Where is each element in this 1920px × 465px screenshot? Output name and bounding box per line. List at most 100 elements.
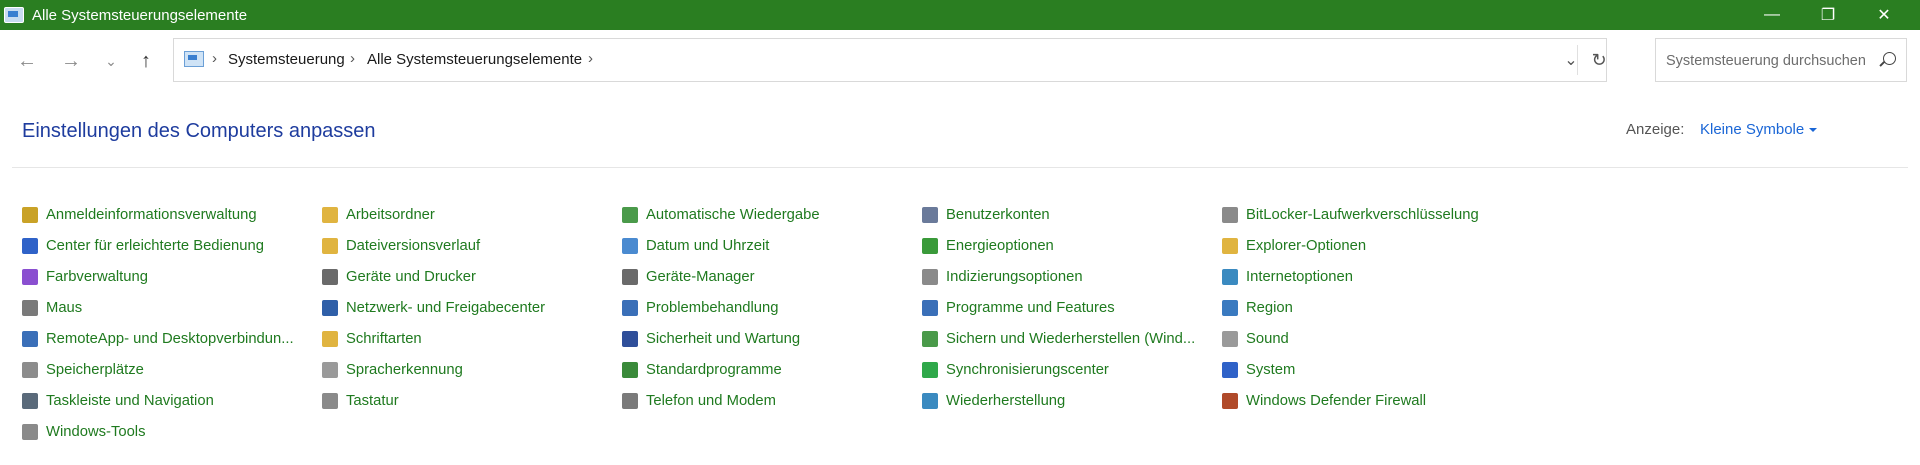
control-panel-item-label: Geräte-Manager [646, 269, 755, 285]
address-divider [1577, 45, 1578, 75]
control-panel-icon [4, 7, 24, 23]
sync-center-icon [922, 362, 938, 378]
control-panel-item[interactable]: Spracherkennung [322, 358, 463, 382]
control-panel-item-label: Sichern und Wiederherstellen (Wind... [946, 331, 1196, 347]
up-arrow-icon[interactable]: ↑ [131, 46, 161, 76]
back-arrow-icon[interactable]: ← [12, 46, 42, 76]
header-divider [12, 167, 1908, 168]
control-panel-icon [184, 51, 204, 67]
control-panel-item[interactable]: Sicherheit und Wartung [622, 327, 800, 351]
search-input[interactable] [1664, 39, 1868, 83]
control-panel-item-label: Center für erleichterte Bedienung [46, 238, 264, 254]
control-panel-item[interactable]: Benutzerkonten [922, 203, 1050, 227]
control-panel-item-label: Schriftarten [346, 331, 422, 347]
keyboard-icon [322, 393, 338, 409]
control-panel-item[interactable]: Speicherplätze [22, 358, 144, 382]
control-panel-item-label: Dateiversionsverlauf [346, 238, 481, 254]
title-bar: Alle Systemsteuerungselemente — ❐ ✕ [0, 0, 1920, 30]
internet-options-icon [1222, 269, 1238, 285]
color-management-icon [22, 269, 38, 285]
breadcrumb-separator-icon[interactable]: › [350, 50, 355, 67]
control-panel-item[interactable]: Sound [1222, 327, 1289, 351]
control-panel-item-label: Energieoptionen [946, 238, 1054, 254]
file-history-icon [322, 238, 338, 254]
control-panel-item[interactable]: Explorer-Optionen [1222, 234, 1366, 258]
minimize-button[interactable]: — [1744, 0, 1800, 30]
breadcrumb-systemsteuerung[interactable]: Systemsteuerung [228, 51, 345, 68]
control-panel-item[interactable]: Schriftarten [322, 327, 422, 351]
control-panel-item[interactable]: Maus [22, 296, 82, 320]
control-panel-item[interactable]: Geräte-Manager [622, 265, 755, 289]
control-panel-item[interactable]: Arbeitsordner [322, 203, 435, 227]
control-panel-item[interactable]: Datum und Uhrzeit [622, 234, 769, 258]
control-panel-item[interactable]: Indizierungsoptionen [922, 265, 1083, 289]
breadcrumb-all-items[interactable]: Alle Systemsteuerungselemente [367, 51, 582, 68]
control-panel-item-label: Arbeitsordner [346, 207, 435, 223]
control-panel-item-label: Windows Defender Firewall [1246, 393, 1427, 409]
control-panel-item[interactable]: Windows-Tools [22, 420, 146, 444]
control-panel-item[interactable]: Problembehandlung [622, 296, 778, 320]
control-panel-item-label: Farbverwaltung [46, 269, 148, 285]
recent-locations-chevron-icon[interactable]: ⌄ [96, 46, 126, 76]
taskbar-icon [22, 393, 38, 409]
windows-tools-icon [22, 424, 38, 440]
control-panel-item[interactable]: Center für erleichterte Bedienung [22, 234, 264, 258]
control-panel-item-label: Datum und Uhrzeit [646, 238, 770, 254]
programs-features-icon [922, 300, 938, 316]
breadcrumb-separator-icon[interactable]: › [588, 50, 593, 67]
control-panel-item[interactable]: Energieoptionen [922, 234, 1054, 258]
control-panel-item[interactable]: System [1222, 358, 1295, 382]
storage-spaces-icon [22, 362, 38, 378]
control-panel-item[interactable]: Automatische Wiedergabe [622, 203, 820, 227]
control-panel-item[interactable]: Synchronisierungscenter [922, 358, 1109, 382]
devices-printers-icon [322, 269, 338, 285]
mouse-icon [22, 300, 38, 316]
date-time-icon [622, 238, 638, 254]
backup-restore-icon [922, 331, 938, 347]
restore-button[interactable]: ❐ [1800, 0, 1856, 30]
address-dropdown-chevron-icon[interactable]: ⌄ [1556, 47, 1586, 73]
bitlocker-icon [1222, 207, 1238, 223]
control-panel-item-label: Anmeldeinformationsverwaltung [46, 207, 257, 223]
control-panel-item-label: Programme und Features [946, 300, 1115, 316]
control-panel-item-label: Wiederherstellung [946, 393, 1066, 409]
control-panel-item[interactable]: Anmeldeinformationsverwaltung [22, 203, 257, 227]
control-panel-item[interactable]: Programme und Features [922, 296, 1115, 320]
control-panel-item[interactable]: Internetoptionen [1222, 265, 1353, 289]
search-icon[interactable] [1883, 52, 1896, 65]
forward-arrow-icon[interactable]: → [56, 46, 86, 76]
control-panel-item[interactable]: Windows Defender Firewall [1222, 389, 1426, 413]
control-panel-item[interactable]: Sichern und Wiederherstellen (Wind... [922, 327, 1195, 351]
control-panel-item-label: Geräte und Drucker [346, 269, 476, 285]
control-panel-item[interactable]: Geräte und Drucker [322, 265, 476, 289]
control-panel-item[interactable]: Netzwerk- und Freigabecenter [322, 296, 545, 320]
region-icon [1222, 300, 1238, 316]
page-title: Einstellungen des Computers anpassen [22, 120, 376, 142]
control-panel-item-label: Standardprogramme [646, 362, 782, 378]
address-bar[interactable]: › Systemsteuerung › Alle Systemsteuerung… [173, 38, 1607, 82]
view-mode-dropdown[interactable]: Kleine Symbole [1700, 121, 1817, 138]
control-panel-item[interactable]: BitLocker-Laufwerkverschlüsselung [1222, 203, 1479, 227]
breadcrumb-separator-icon[interactable]: › [212, 50, 217, 67]
control-panel-item[interactable]: Farbverwaltung [22, 265, 148, 289]
control-panel-item[interactable]: Taskleiste und Navigation [22, 389, 214, 413]
refresh-icon[interactable]: ↻ [1584, 47, 1614, 73]
control-panel-item[interactable]: Dateiversionsverlauf [322, 234, 480, 258]
remoteapp-icon [22, 331, 38, 347]
control-panel-item-label: Windows-Tools [46, 424, 146, 440]
close-button[interactable]: ✕ [1856, 0, 1912, 30]
control-panel-item-label: System [1246, 362, 1296, 378]
control-panel-item[interactable]: RemoteApp- und Desktopverbindun... [22, 327, 294, 351]
system-icon [1222, 362, 1238, 378]
autoplay-icon [622, 207, 638, 223]
control-panel-item[interactable]: Standardprogramme [622, 358, 782, 382]
search-box[interactable] [1655, 38, 1907, 83]
control-panel-item[interactable]: Tastatur [322, 389, 399, 413]
default-programs-icon [622, 362, 638, 378]
control-panel-item[interactable]: Wiederherstellung [922, 389, 1065, 413]
network-center-icon [322, 300, 338, 316]
control-panel-item[interactable]: Region [1222, 296, 1293, 320]
navigation-bar: ← → ⌄ ↑ › Systemsteuerung › Alle Systems… [0, 30, 1920, 92]
sound-icon [1222, 331, 1238, 347]
control-panel-item[interactable]: Telefon und Modem [622, 389, 776, 413]
